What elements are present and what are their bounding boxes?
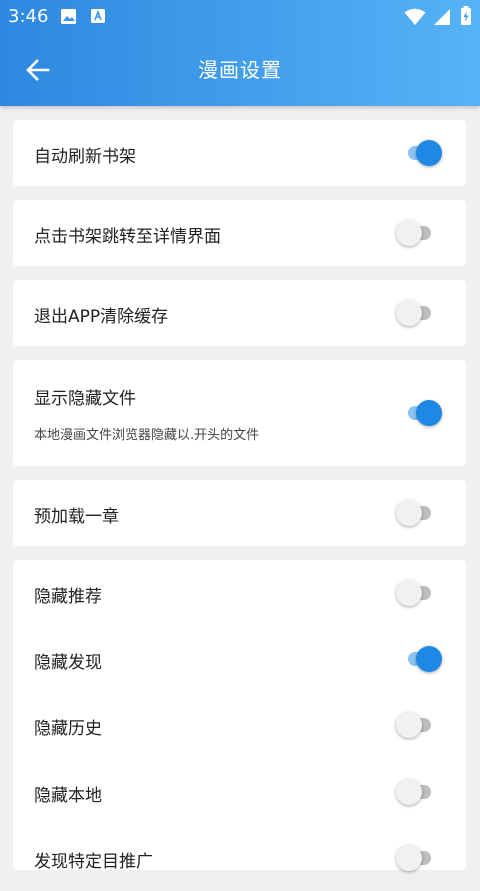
status-time: 3:46 xyxy=(8,6,49,27)
switch-thumb xyxy=(396,500,422,526)
status-bar: 3:46 xyxy=(0,0,480,33)
switch-thumb xyxy=(416,646,442,672)
setting-label: 预加载一章 xyxy=(34,507,119,527)
signal-icon xyxy=(433,9,450,25)
setting-label: 隐藏发现 xyxy=(34,653,102,673)
setting-card-clear-cache: 退出APP清除缓存 xyxy=(13,280,466,346)
setting-card-hidden-files: 显示隐藏文件 本地漫画文件浏览器隐藏以.开头的文件 xyxy=(13,360,466,466)
setting-label: 显示隐藏文件 xyxy=(34,389,136,409)
setting-card-jump-detail: 点击书架跳转至详情界面 xyxy=(13,200,466,266)
switch-thumb xyxy=(396,580,422,606)
status-right xyxy=(404,6,472,30)
setting-label: 隐藏本地 xyxy=(34,786,102,806)
a-badge-icon xyxy=(91,9,105,23)
switch-thumb xyxy=(416,140,442,166)
toggle-hide-local[interactable] xyxy=(396,777,446,807)
setting-label: 隐藏历史 xyxy=(34,719,102,739)
setting-label: 隐藏推荐 xyxy=(34,587,102,607)
setting-row-jump-detail[interactable]: 点击书架跳转至详情界面 xyxy=(13,200,466,266)
setting-card-auto-refresh: 自动刷新书架 xyxy=(13,120,466,186)
switch-thumb xyxy=(396,712,422,738)
switch-thumb xyxy=(396,300,422,326)
setting-row-clear-cache[interactable]: 退出APP清除缓存 xyxy=(13,280,466,346)
setting-description: 本地漫画文件浏览器隐藏以.开头的文件 xyxy=(34,428,260,443)
wifi-icon xyxy=(404,8,426,25)
toggle-hide-recommend[interactable] xyxy=(396,578,446,608)
toggle-hide-discover[interactable] xyxy=(396,644,446,674)
setting-row-hidden-files[interactable]: 显示隐藏文件 本地漫画文件浏览器隐藏以.开头的文件 xyxy=(13,360,466,466)
image-icon xyxy=(61,9,76,24)
toggle-discover-promo[interactable] xyxy=(396,843,446,873)
battery-charging-icon xyxy=(461,6,471,25)
setting-label: 退出APP清除缓存 xyxy=(34,307,169,327)
toggle-hidden-files[interactable] xyxy=(396,398,446,428)
setting-row-hide-local[interactable]: 隐藏本地 xyxy=(13,759,466,825)
switch-thumb xyxy=(416,400,442,426)
app-bar: 3:46 漫画设置 xyxy=(0,0,480,106)
setting-label: 发现特定目推广 xyxy=(34,852,153,872)
toggle-preload[interactable] xyxy=(396,498,446,528)
switch-thumb xyxy=(396,845,422,871)
toggle-clear-cache[interactable] xyxy=(396,298,446,328)
switch-thumb xyxy=(396,220,422,246)
setting-card-hide-tabs: 隐藏推荐 隐藏发现 隐藏历史 隐藏本地 发现特定目推广 xyxy=(13,560,466,872)
setting-row-hide-recommend[interactable]: 隐藏推荐 xyxy=(13,560,466,626)
setting-label: 点击书架跳转至详情界面 xyxy=(34,227,221,247)
setting-row-discover-promo[interactable]: 发现特定目推广 xyxy=(13,825,466,891)
page-title: 漫画设置 xyxy=(198,58,282,82)
toggle-jump-detail[interactable] xyxy=(396,218,446,248)
toggle-hide-history[interactable] xyxy=(396,710,446,740)
toolbar: 漫画设置 xyxy=(0,33,480,106)
switch-thumb xyxy=(396,779,422,805)
setting-row-hide-history[interactable]: 隐藏历史 xyxy=(13,692,466,758)
setting-row-auto-refresh[interactable]: 自动刷新书架 xyxy=(13,120,466,186)
setting-row-hide-discover[interactable]: 隐藏发现 xyxy=(13,626,466,692)
setting-card-preload: 预加载一章 xyxy=(13,480,466,546)
setting-row-preload[interactable]: 预加载一章 xyxy=(13,480,466,546)
toggle-auto-refresh[interactable] xyxy=(396,138,446,168)
setting-label: 自动刷新书架 xyxy=(34,147,136,167)
